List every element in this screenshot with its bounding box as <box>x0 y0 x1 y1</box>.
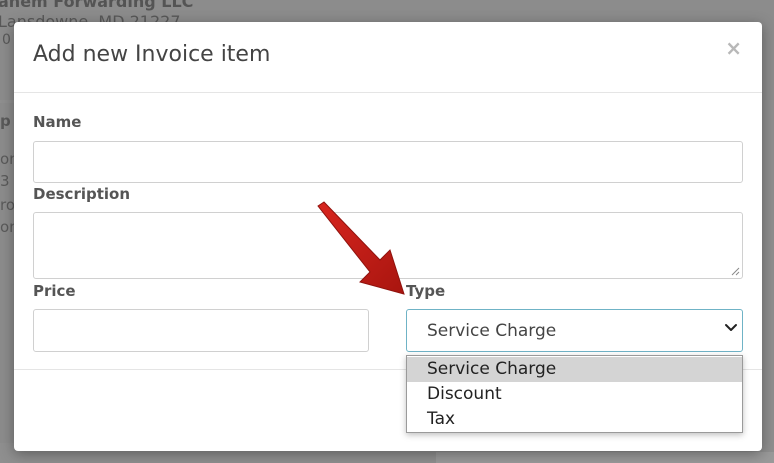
background-footer-strip <box>436 452 774 463</box>
type-option-service-charge[interactable]: Service Charge <box>407 357 742 382</box>
price-label: Price <box>33 282 76 300</box>
name-input[interactable] <box>33 141 743 183</box>
background-side-text-4: ro <box>0 196 14 214</box>
description-label: Description <box>33 185 131 203</box>
type-select-value: Service Charge <box>427 321 557 341</box>
background-company-name: anem Forwarding LLC <box>0 0 194 11</box>
chevron-down-icon <box>725 324 737 331</box>
red-pointer-arrow-icon <box>317 201 405 295</box>
type-option-tax[interactable]: Tax <box>407 407 742 432</box>
type-dropdown-list: Service Charge Discount Tax <box>406 355 743 433</box>
type-option-discount[interactable]: Discount <box>407 382 742 407</box>
close-button[interactable]: × <box>725 38 742 58</box>
price-input[interactable] <box>33 309 369 352</box>
background-side-text-5: on <box>0 218 14 236</box>
type-select[interactable]: Service Charge <box>406 309 743 352</box>
background-side-text-3: 3 <box>0 172 10 190</box>
modal-header: Add new Invoice item × <box>14 22 762 93</box>
background-side-text-1: p <box>0 112 11 130</box>
resize-grip-icon[interactable] <box>731 267 740 276</box>
background-side-text-2: on <box>0 150 14 168</box>
modal-title: Add new Invoice item <box>33 42 271 67</box>
name-label: Name <box>33 113 82 131</box>
background-small-text: 0 <box>2 32 11 48</box>
